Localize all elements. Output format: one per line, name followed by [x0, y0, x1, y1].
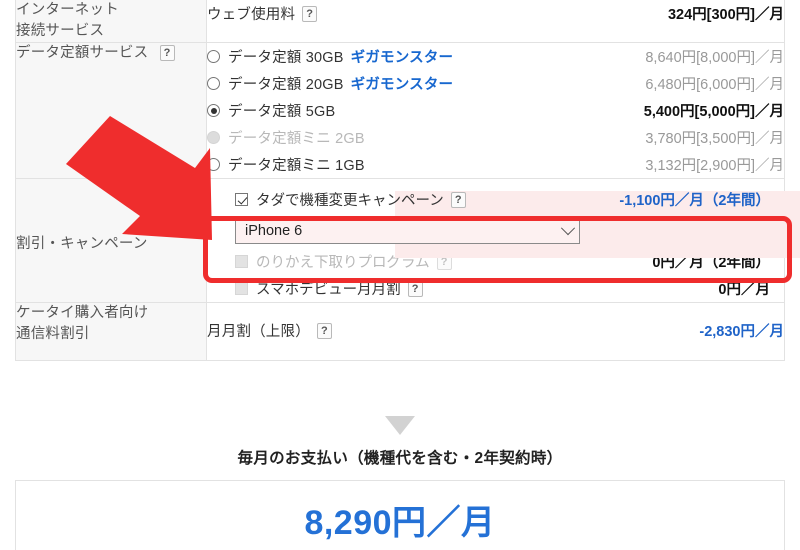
table-row: インターネット 接続サービス ウェブ使用料 ? 324円[300円]／月 [15, 0, 785, 44]
row-content-data-plan: データ定額 30GB ギガモンスター 8,640円[8,000円]／月 データ定… [206, 42, 785, 180]
option-price: 6,480円[6,000円]／月 [645, 77, 784, 94]
option-price: 8,640円[8,000円]／月 [645, 50, 784, 67]
list-item[interactable]: データ定額ミニ 1GB 3,132円[2,900円]／月 [207, 151, 784, 178]
summary-title: 毎月のお支払い（機種代を含む・2年契約時） [237, 450, 563, 467]
option-text: ウェブ使用料 [207, 7, 296, 23]
row-header-internet: インターネット 接続サービス [15, 0, 207, 44]
option-text: データ定額 5GB [228, 104, 336, 121]
total-amount-value: 8,290円／月 [304, 504, 496, 542]
option-price: 3,780円[3,500円]／月 [645, 131, 784, 148]
help-icon[interactable]: ? [450, 191, 466, 208]
list-item: ウェブ使用料 ? 324円[300円]／月 [207, 0, 784, 27]
help-icon[interactable]: ? [302, 5, 318, 22]
option-price: 324円[300円]／月 [667, 7, 784, 23]
radio-option-data-mini-1gb[interactable]: データ定額ミニ 1GB [207, 154, 645, 175]
option-price: -2,830円／月 [699, 324, 784, 341]
checkbox-icon-checked[interactable] [235, 193, 248, 207]
list-item[interactable]: データ定額 20GB ギガモンスター 6,480円[6,000円]／月 [207, 70, 784, 97]
red-arrow-annotation [66, 116, 212, 240]
option-label-monthly-discount: 月月割（上限） ? [207, 320, 699, 341]
checkbox-icon-disabled [235, 255, 248, 269]
plan-tag: ギガモンスター [350, 77, 454, 94]
list-item[interactable]: データ定額 30GB ギガモンスター 8,640円[8,000円]／月 [207, 43, 784, 70]
table-row: ケータイ購入者向け 通信料割引 月月割（上限） ? -2,830円／月 [15, 302, 785, 362]
row-header-line1: データ定額サービス [16, 45, 149, 62]
option-text: タダで機種変更キャンペーン [256, 193, 444, 210]
option-text: データ定額 20GB [228, 77, 344, 94]
option-price: -1,100円／月（2年間） [619, 193, 770, 210]
option-text: スマホデビュー月月割 [256, 282, 401, 299]
list-item: 月月割（上限） ? -2,830円／月 [207, 317, 784, 344]
row-content-mobile-purchase-discount: 月月割（上限） ? -2,830円／月 [206, 302, 785, 362]
row-content-discount-campaign: タダで機種変更キャンペーン ? -1,100円／月（2年間） iPhone 6 [206, 178, 800, 304]
option-text: データ定額 30GB [228, 50, 344, 67]
plan-tag: ギガモンスター [350, 50, 454, 67]
option-label-web-fee: ウェブ使用料 ? [207, 3, 668, 24]
option-text: 月月割（上限） [207, 324, 310, 341]
campaign-highlight-group: タダで機種変更キャンペーン ? -1,100円／月（2年間） iPhone 6 [207, 186, 800, 302]
radio-option-data-30gb[interactable]: データ定額 30GB ギガモンスター [207, 46, 645, 67]
list-item: データ定額ミニ 2GB 3,780円[3,500円]／月 [207, 124, 784, 151]
option-price: 3,132円[2,900円]／月 [645, 158, 784, 175]
row-header-line1: ケータイ購入者向け [16, 305, 149, 322]
row-header-line2: 接続サービス [16, 23, 105, 40]
list-item[interactable]: データ定額 5GB 5,400円[5,000円]／月 [207, 97, 784, 124]
row-header-line2: 通信料割引 [16, 326, 90, 343]
row-header-mobile-purchase-discount: ケータイ購入者向け 通信料割引 [15, 302, 207, 362]
row-content-internet: ウェブ使用料 ? 324円[300円]／月 [206, 0, 785, 44]
option-price: 0円／月 [718, 282, 770, 299]
checkbox-option-smartphone-debut: スマホデビュー月月割 ? [235, 278, 718, 299]
radio-option-data-20gb[interactable]: データ定額 20GB ギガモンスター [207, 73, 645, 94]
list-item: スマホデビュー月月割 ? 0円／月 [207, 275, 784, 302]
option-price: 5,400円[5,000円]／月 [643, 104, 784, 121]
option-text: データ定額ミニ 2GB [228, 131, 365, 148]
list-item[interactable]: タダで機種変更キャンペーン ? -1,100円／月（2年間） [207, 186, 784, 213]
triangle-down-icon [385, 416, 415, 435]
radio-icon[interactable] [207, 77, 220, 91]
help-icon[interactable]: ? [159, 45, 175, 62]
row-header-line1: インターネット [16, 2, 119, 18]
option-text: データ定額ミニ 1GB [228, 158, 365, 175]
radio-option-data-5gb[interactable]: データ定額 5GB [207, 100, 644, 121]
help-icon[interactable]: ? [316, 322, 332, 339]
device-model-select[interactable]: iPhone 6 [235, 218, 580, 245]
radio-icon[interactable] [207, 50, 220, 64]
checkbox-icon-disabled [235, 282, 248, 296]
checkbox-option-free-model-change[interactable]: タダで機種変更キャンペーン ? [235, 189, 619, 210]
help-icon[interactable]: ? [407, 280, 423, 297]
device-model-selected-value: iPhone 6 [245, 223, 303, 240]
radio-option-data-mini-2gb: データ定額ミニ 2GB [207, 127, 645, 148]
chevron-down-icon[interactable] [560, 221, 576, 236]
